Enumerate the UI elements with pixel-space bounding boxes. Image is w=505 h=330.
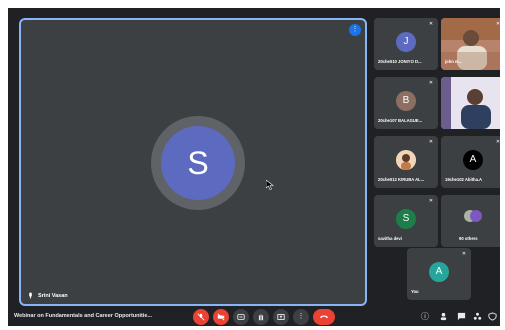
captions-icon	[237, 314, 245, 320]
activities-button[interactable]	[472, 312, 482, 322]
participant-tile[interactable]: ✕ J 20che010 JONIYO D...	[374, 18, 438, 70]
participant-tile[interactable]	[441, 77, 500, 129]
speaker-name-label: Srini Vasan	[27, 292, 68, 299]
participant-name: 20che012 KIRUBA AL...	[378, 177, 425, 182]
participant-avatar: A	[463, 150, 483, 170]
participant-tile[interactable]: ✕ S savitha devi	[374, 195, 438, 247]
mouse-cursor-icon	[266, 180, 274, 190]
mic-toggle-button[interactable]	[193, 309, 209, 325]
more-vert-icon: ⋮	[297, 313, 305, 320]
mic-off-icon: ✕	[461, 251, 467, 257]
speaker-avatar: S	[161, 126, 235, 200]
participant-name: 19che102 Abitha.A	[445, 177, 483, 182]
camera-toggle-button[interactable]	[213, 309, 229, 325]
participant-tile[interactable]: ✕ A 19che102 Abitha.A	[441, 136, 500, 188]
hand-icon	[258, 314, 264, 321]
mic-off-icon: ✕	[495, 139, 500, 145]
more-options-button[interactable]: ⋮	[293, 309, 309, 325]
mic-off-icon: ✕	[428, 80, 434, 86]
participant-tile[interactable]: ✕ 20che012 KIRUBA AL...	[374, 136, 438, 188]
participant-name: 20che107 BALAGUE...	[378, 118, 423, 123]
participant-tile[interactable]: ✕ john m...	[441, 18, 500, 70]
participant-avatar: S	[396, 209, 416, 229]
mic-off-icon	[197, 313, 205, 321]
participant-avatar: B	[396, 91, 416, 111]
meeting-details-button[interactable]: ⓘ	[420, 312, 430, 322]
people-button[interactable]	[438, 312, 448, 322]
bottom-bar: Webinar on Fundamentals and Career Oppor…	[8, 308, 500, 326]
leave-call-button[interactable]	[313, 309, 335, 325]
mic-off-icon: ✕	[428, 198, 434, 204]
self-tile[interactable]: ✕ A You	[407, 248, 471, 300]
others-tile[interactable]: 90 others	[441, 195, 500, 247]
meeting-title: Webinar on Fundamentals and Career Oppor…	[14, 313, 153, 319]
participant-avatar: J	[396, 32, 416, 52]
present-screen-icon	[277, 314, 285, 320]
others-count: 90 others	[459, 236, 478, 241]
present-button[interactable]	[273, 309, 289, 325]
camera-off-icon	[217, 313, 225, 321]
raise-hand-button[interactable]	[253, 309, 269, 325]
hang-up-icon	[319, 315, 329, 319]
participant-tile[interactable]: ✕ B 20che107 BALAGUE...	[374, 77, 438, 129]
participant-name: savitha devi	[378, 236, 402, 241]
captions-button[interactable]	[233, 309, 249, 325]
meet-window: ⋮ S Srini Vasan ✕ J 20che010 JONIYO D...…	[8, 8, 500, 326]
chat-icon	[457, 312, 465, 321]
participant-photo	[396, 150, 416, 170]
activities-icon	[473, 312, 481, 320]
people-icon	[440, 312, 446, 321]
self-name: You	[411, 289, 419, 294]
mic-off-icon: ✕	[428, 21, 434, 27]
shield-icon	[487, 312, 497, 321]
info-icon: ⓘ	[421, 312, 429, 321]
mic-off-icon: ✕	[428, 139, 434, 145]
mic-icon	[29, 292, 32, 299]
participant-name: john m...	[445, 59, 463, 64]
audio-level-icon: ⋮	[349, 24, 361, 36]
speaker-name: Srini Vasan	[38, 292, 68, 299]
participant-video	[441, 77, 500, 129]
chat-button[interactable]	[456, 312, 466, 322]
others-avatars-icon	[464, 210, 482, 222]
self-avatar: A	[429, 262, 449, 282]
participant-name: 20che010 JONIYO D...	[378, 59, 422, 64]
host-controls-button[interactable]	[487, 312, 497, 322]
mic-off-icon: ✕	[495, 21, 500, 27]
main-speaker-tile[interactable]: ⋮ S Srini Vasan	[19, 18, 367, 306]
